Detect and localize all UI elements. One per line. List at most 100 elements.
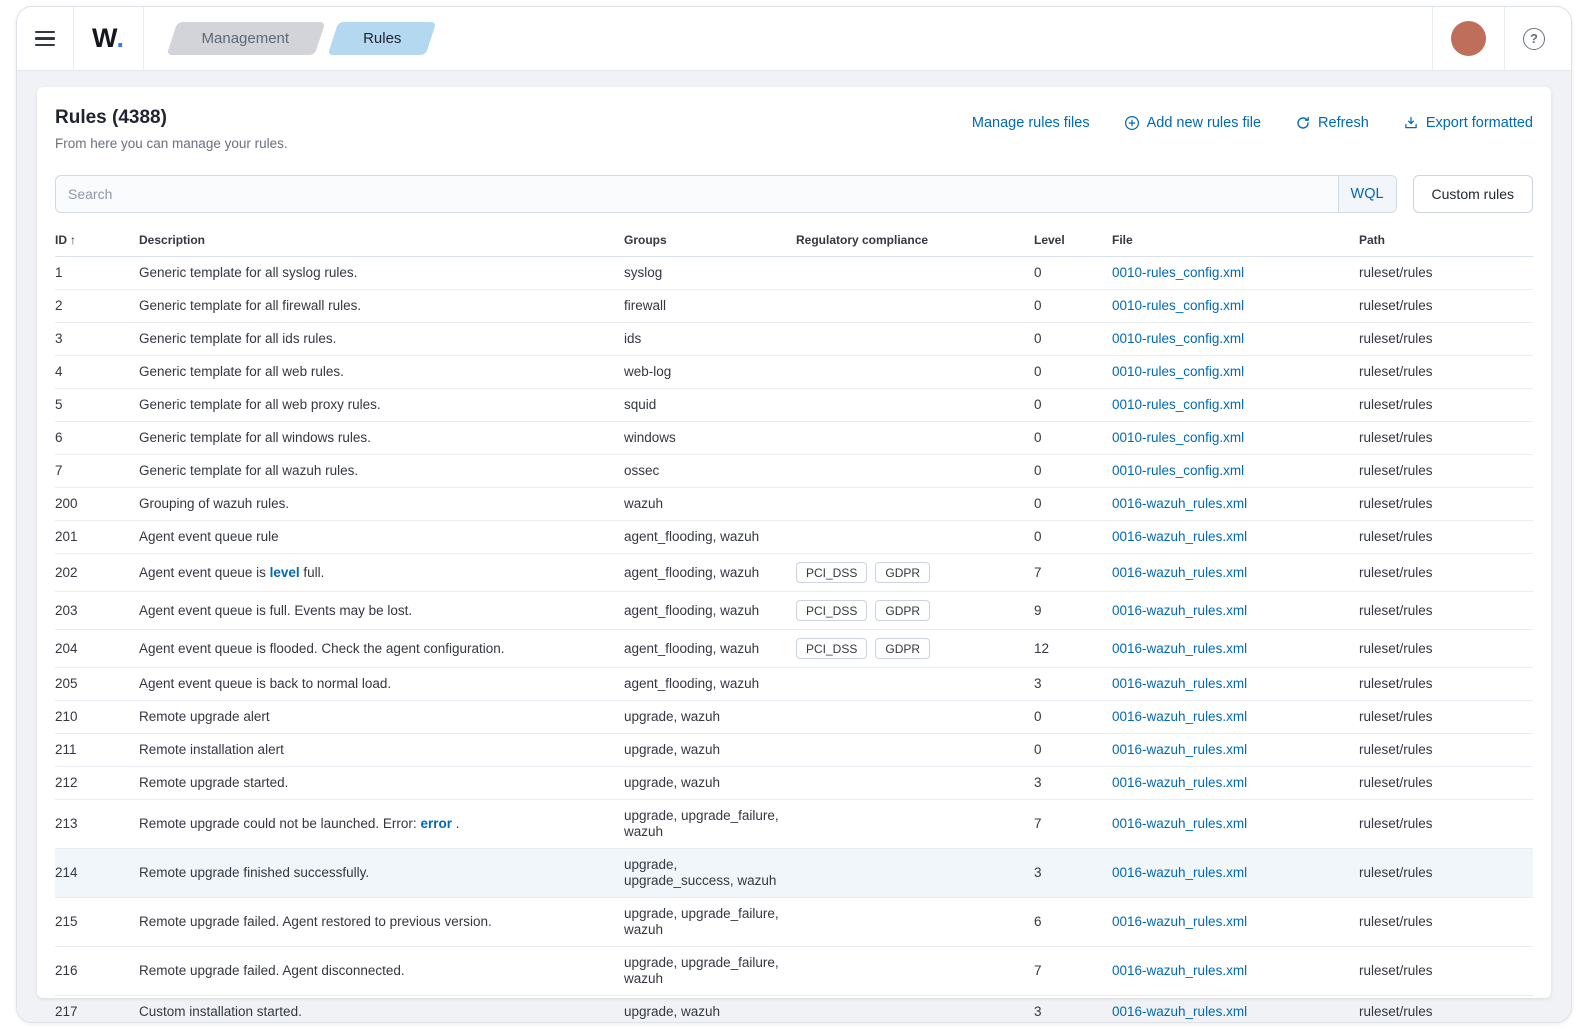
compliance-badge[interactable]: PCI_DSS [796,638,867,659]
cell-level: 0 [1034,488,1112,521]
table-row[interactable]: 3Generic template for all ids rules.ids0… [55,323,1533,356]
table-row[interactable]: 216Remote upgrade failed. Agent disconne… [55,947,1533,996]
cell-compliance [796,455,1034,488]
cell-level: 0 [1034,389,1112,422]
table-row[interactable]: 202Agent event queue is level full.agent… [55,554,1533,592]
cell-path: ruleset/rules [1359,592,1533,630]
column-header-level[interactable]: Level [1034,227,1112,257]
file-link[interactable]: 0016-wazuh_rules.xml [1112,603,1247,618]
rules-table-body: 1Generic template for all syslog rules.s… [55,257,1533,1023]
user-avatar[interactable] [1451,21,1486,56]
refresh-button[interactable]: Refresh [1295,115,1369,131]
file-link[interactable]: 0016-wazuh_rules.xml [1112,496,1247,511]
query-language-button[interactable]: WQL [1338,176,1396,212]
cell-level: 0 [1034,356,1112,389]
file-link[interactable]: 0010-rules_config.xml [1112,430,1244,445]
cell-description: Generic template for all firewall rules. [139,290,624,323]
cell-file: 0016-wazuh_rules.xml [1112,767,1359,800]
file-link[interactable]: 0010-rules_config.xml [1112,265,1244,280]
cell-file: 0016-wazuh_rules.xml [1112,668,1359,701]
table-row[interactable]: 204Agent event queue is flooded. Check t… [55,630,1533,668]
file-link[interactable]: 0016-wazuh_rules.xml [1112,742,1247,757]
cell-id: 211 [55,734,139,767]
table-row[interactable]: 214Remote upgrade finished successfully.… [55,849,1533,898]
table-row[interactable]: 211Remote installation alertupgrade, waz… [55,734,1533,767]
table-row[interactable]: 201Agent event queue ruleagent_flooding,… [55,521,1533,554]
file-link[interactable]: 0016-wazuh_rules.xml [1112,709,1247,724]
file-link[interactable]: 0016-wazuh_rules.xml [1112,641,1247,656]
table-row[interactable]: 210Remote upgrade alertupgrade, wazuh000… [55,701,1533,734]
table-row[interactable]: 217Custom installation started.upgrade, … [55,996,1533,1023]
cell-description: Agent event queue rule [139,521,624,554]
cell-description: Remote upgrade could not be launched. Er… [139,800,624,849]
add-new-rules-file-button[interactable]: Add new rules file [1124,115,1261,131]
manage-rules-files-button[interactable]: Manage rules files [972,115,1090,131]
compliance-badge[interactable]: PCI_DSS [796,600,867,621]
file-link[interactable]: 0016-wazuh_rules.xml [1112,914,1247,929]
file-link[interactable]: 0010-rules_config.xml [1112,331,1244,346]
navbar-right: ? [1432,7,1571,70]
table-row[interactable]: 6Generic template for all windows rules.… [55,422,1533,455]
cell-file: 0016-wazuh_rules.xml [1112,630,1359,668]
export-formatted-button[interactable]: Export formatted [1403,115,1533,131]
column-header-file[interactable]: File [1112,227,1359,257]
cell-groups: windows [624,422,796,455]
file-link[interactable]: 0016-wazuh_rules.xml [1112,1004,1247,1019]
file-link[interactable]: 0016-wazuh_rules.xml [1112,775,1247,790]
cell-description: Remote upgrade started. [139,767,624,800]
cell-path: ruleset/rules [1359,734,1533,767]
file-link[interactable]: 0016-wazuh_rules.xml [1112,529,1247,544]
compliance-badge[interactable]: GDPR [875,562,930,583]
table-row[interactable]: 215Remote upgrade failed. Agent restored… [55,898,1533,947]
table-row[interactable]: 1Generic template for all syslog rules.s… [55,257,1533,290]
file-link[interactable]: 0010-rules_config.xml [1112,463,1244,478]
menu-button[interactable] [17,7,73,70]
cell-level: 3 [1034,849,1112,898]
table-row[interactable]: 213Remote upgrade could not be launched.… [55,800,1533,849]
search-input[interactable] [56,176,1338,212]
breadcrumb-rules[interactable]: Rules [333,22,431,55]
app-logo[interactable]: W. [74,7,143,70]
cell-path: ruleset/rules [1359,800,1533,849]
compliance-badge[interactable]: PCI_DSS [796,562,867,583]
cell-level: 12 [1034,630,1112,668]
file-link[interactable]: 0010-rules_config.xml [1112,397,1244,412]
compliance-badge[interactable]: GDPR [875,638,930,659]
table-row[interactable]: 4Generic template for all web rules.web-… [55,356,1533,389]
table-row[interactable]: 203Agent event queue is full. Events may… [55,592,1533,630]
breadcrumb-management[interactable]: Management [172,22,320,55]
cell-id: 214 [55,849,139,898]
file-link[interactable]: 0016-wazuh_rules.xml [1112,963,1247,978]
table-row[interactable]: 5Generic template for all web proxy rule… [55,389,1533,422]
column-header-groups[interactable]: Groups [624,227,796,257]
column-header-id[interactable]: ID↑ [55,227,139,257]
custom-rules-button[interactable]: Custom rules [1413,175,1533,213]
file-link[interactable]: 0010-rules_config.xml [1112,298,1244,313]
table-row[interactable]: 200Grouping of wazuh rules.wazuh00016-wa… [55,488,1533,521]
plus-circle-icon [1124,115,1140,131]
cell-compliance [796,521,1034,554]
cell-level: 6 [1034,898,1112,947]
file-link[interactable]: 0016-wazuh_rules.xml [1112,816,1247,831]
column-header-description[interactable]: Description [139,227,624,257]
cell-file: 0010-rules_config.xml [1112,389,1359,422]
table-row[interactable]: 205Agent event queue is back to normal l… [55,668,1533,701]
cell-level: 9 [1034,592,1112,630]
cell-file: 0016-wazuh_rules.xml [1112,947,1359,996]
cell-file: 0010-rules_config.xml [1112,455,1359,488]
file-link[interactable]: 0016-wazuh_rules.xml [1112,565,1247,580]
table-row[interactable]: 212Remote upgrade started.upgrade, wazuh… [55,767,1533,800]
file-link[interactable]: 0016-wazuh_rules.xml [1112,676,1247,691]
table-row[interactable]: 7Generic template for all wazuh rules.os… [55,455,1533,488]
cell-description: Remote upgrade failed. Agent restored to… [139,898,624,947]
cell-id: 1 [55,257,139,290]
file-link[interactable]: 0016-wazuh_rules.xml [1112,865,1247,880]
compliance-badge[interactable]: GDPR [875,600,930,621]
column-header-path[interactable]: Path [1359,227,1533,257]
file-link[interactable]: 0010-rules_config.xml [1112,364,1244,379]
help-icon[interactable]: ? [1523,28,1545,50]
cell-groups: ossec [624,455,796,488]
cell-description: Remote upgrade alert [139,701,624,734]
table-row[interactable]: 2Generic template for all firewall rules… [55,290,1533,323]
column-header-regulatory-compliance[interactable]: Regulatory compliance [796,227,1034,257]
